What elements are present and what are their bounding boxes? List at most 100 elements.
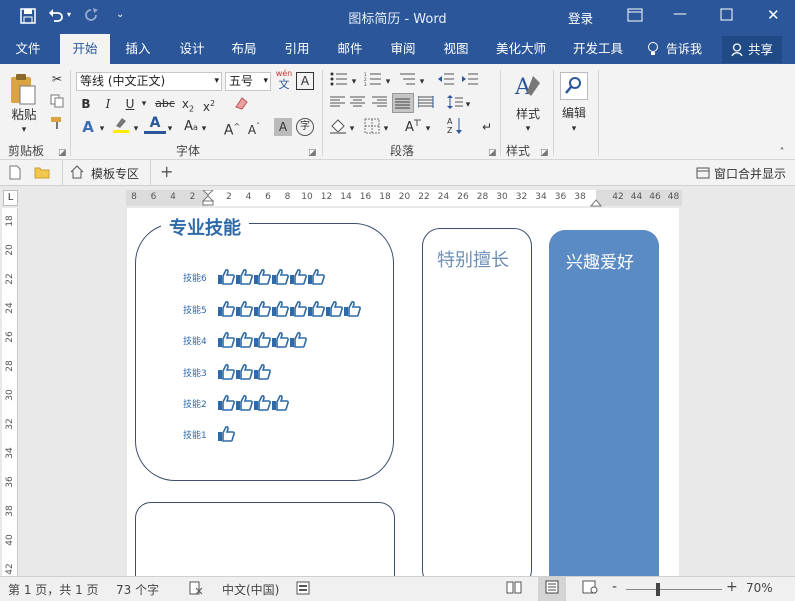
paste-icon[interactable]	[8, 72, 38, 108]
distributed-icon[interactable]	[416, 95, 436, 113]
align-right-icon[interactable]	[370, 95, 390, 113]
add-tab-icon[interactable]: +	[160, 162, 173, 181]
tab-beautify-master[interactable]: 美化大师	[490, 34, 552, 64]
font-name-select[interactable]: 等线 (中文正文) ▾	[76, 72, 222, 91]
open-folder-icon[interactable]	[34, 166, 50, 182]
underline-icon[interactable]: U	[122, 95, 138, 113]
redo-icon[interactable]	[83, 7, 99, 27]
horizontal-ruler[interactable]: 8 6 4 2 2 4 6 8 10 12 14 16 18 20 22 24 26 28 30 32 34 36 38 42…	[126, 189, 682, 209]
format-painter-icon[interactable]	[48, 116, 66, 135]
window-merge-button[interactable]: 窗口合并显示	[714, 165, 786, 182]
tab-selector[interactable]: L	[3, 190, 18, 206]
grow-font-icon[interactable]: A^	[222, 118, 242, 140]
zoom-slider-thumb[interactable]	[656, 583, 660, 596]
tab-layout[interactable]: 布局	[222, 34, 266, 64]
highlight-icon[interactable]	[110, 116, 132, 139]
borders-icon[interactable]	[362, 118, 382, 139]
strikethrough-icon[interactable]: abc	[153, 95, 177, 113]
align-center-icon[interactable]	[348, 95, 368, 113]
copy-icon[interactable]	[48, 94, 66, 113]
chinese-layout-icon[interactable]: A	[402, 118, 424, 140]
text-effects-icon[interactable]: A	[78, 118, 98, 136]
styles-dropdown-icon[interactable]: ▾	[522, 120, 534, 138]
tab-mailings[interactable]: 邮件	[328, 34, 372, 64]
print-layout-icon[interactable]	[545, 580, 559, 597]
tab-references[interactable]: 引用	[275, 34, 319, 64]
shading-icon[interactable]	[328, 118, 348, 139]
chinese-layout-dropdown-icon[interactable]: ▾	[424, 120, 432, 138]
borders-dropdown-icon[interactable]: ▾	[382, 120, 390, 138]
zoom-out-button[interactable]: -	[612, 579, 617, 595]
maximize-icon[interactable]	[720, 8, 733, 25]
close-icon[interactable]: ✕	[767, 6, 780, 24]
highlight-dropdown-icon[interactable]: ▾	[132, 120, 140, 138]
editing-dropdown-icon[interactable]: ▾	[568, 120, 580, 138]
shrink-font-icon[interactable]: Aˇ	[244, 118, 264, 139]
bullets-icon[interactable]	[328, 72, 350, 91]
new-document-icon[interactable]	[9, 165, 21, 183]
tell-me-search[interactable]: 告诉我	[662, 34, 706, 64]
sort-icon[interactable]: AZ	[446, 116, 464, 141]
zoom-in-button[interactable]: +	[726, 579, 738, 595]
word-count[interactable]: 73 个字	[116, 581, 159, 598]
document-page[interactable]: 专业技能 技能6 技能5 技能4 技能3 技能2 技能1 特别擅长 兴趣爱好	[127, 208, 679, 580]
styles-icon[interactable]: A	[513, 72, 543, 104]
tab-view[interactable]: 视图	[434, 34, 478, 64]
change-case-dropdown-icon[interactable]: ▾	[200, 120, 208, 138]
character-shading-icon[interactable]: A	[274, 118, 292, 136]
text-effects-dropdown-icon[interactable]: ▾	[98, 120, 106, 138]
multilevel-dropdown-icon[interactable]: ▾	[418, 73, 426, 91]
cut-icon[interactable]: ✂	[48, 70, 66, 88]
tab-developer[interactable]: 开发工具	[566, 34, 630, 64]
home-icon[interactable]	[70, 165, 84, 182]
template-zone-tab[interactable]: 模板专区	[91, 165, 139, 182]
phonetic-guide-icon[interactable]: wén 文	[274, 68, 294, 90]
read-mode-icon[interactable]	[506, 580, 522, 597]
web-layout-icon[interactable]	[582, 580, 598, 597]
tab-file[interactable]: 文件	[6, 34, 50, 64]
zoom-level[interactable]: 70%	[746, 581, 773, 595]
ribbon-display-options-icon[interactable]	[627, 8, 643, 26]
tab-insert[interactable]: 插入	[116, 34, 160, 64]
enclosed-character-icon[interactable]: 字	[296, 118, 314, 136]
character-border-icon[interactable]: A	[296, 72, 314, 90]
decrease-indent-icon[interactable]	[436, 72, 456, 91]
numbering-icon[interactable]: 123	[362, 72, 384, 91]
underline-dropdown-icon[interactable]: ▾	[139, 95, 149, 113]
tab-review[interactable]: 审阅	[381, 34, 425, 64]
save-icon[interactable]	[20, 8, 36, 28]
share-button[interactable]: 共享	[722, 36, 782, 63]
first-line-indent-marker[interactable]	[201, 189, 215, 209]
login-link[interactable]: 登录	[568, 8, 593, 27]
vertical-ruler[interactable]: 18 20 22 24 26 28 30 32 34 36 38 40 42	[2, 208, 18, 580]
font-size-select[interactable]: 五号 ▾	[225, 72, 271, 91]
increase-indent-icon[interactable]	[460, 72, 480, 91]
paste-dropdown-icon[interactable]: ▾	[18, 121, 30, 139]
bullets-dropdown-icon[interactable]: ▾	[350, 73, 358, 91]
align-left-icon[interactable]	[328, 95, 348, 113]
undo-icon[interactable]	[48, 7, 64, 27]
undo-dropdown-icon[interactable]: ▾	[67, 10, 71, 19]
minimize-icon[interactable]: —	[673, 6, 687, 22]
font-color-icon[interactable]: A	[144, 116, 166, 134]
customize-toolbar-icon[interactable]: ⌄	[116, 9, 124, 20]
show-formatting-icon[interactable]: ↵	[478, 118, 496, 136]
window-merge-icon[interactable]	[696, 167, 710, 182]
find-icon[interactable]	[560, 72, 588, 100]
italic-icon[interactable]: I	[100, 95, 116, 113]
numbering-dropdown-icon[interactable]: ▾	[384, 73, 392, 91]
character-spacing-icon[interactable]: Aa	[180, 118, 202, 137]
bold-icon[interactable]: B	[78, 95, 94, 113]
tab-home[interactable]: 开始	[60, 34, 110, 64]
language-indicator[interactable]: 中文(中国)	[222, 581, 279, 598]
page-count[interactable]: 第 1 页，共 1 页	[8, 581, 99, 598]
tab-design[interactable]: 设计	[170, 34, 214, 64]
line-spacing-dropdown-icon[interactable]: ▾	[464, 96, 472, 114]
proofing-icon[interactable]	[188, 580, 204, 599]
subscript-icon[interactable]: x2	[179, 95, 197, 118]
zoom-slider-track[interactable]	[626, 589, 722, 590]
superscript-icon[interactable]: x2	[200, 95, 218, 116]
clear-formatting-icon[interactable]	[232, 95, 250, 116]
line-spacing-icon[interactable]	[446, 95, 464, 114]
macro-record-icon[interactable]	[296, 581, 310, 598]
